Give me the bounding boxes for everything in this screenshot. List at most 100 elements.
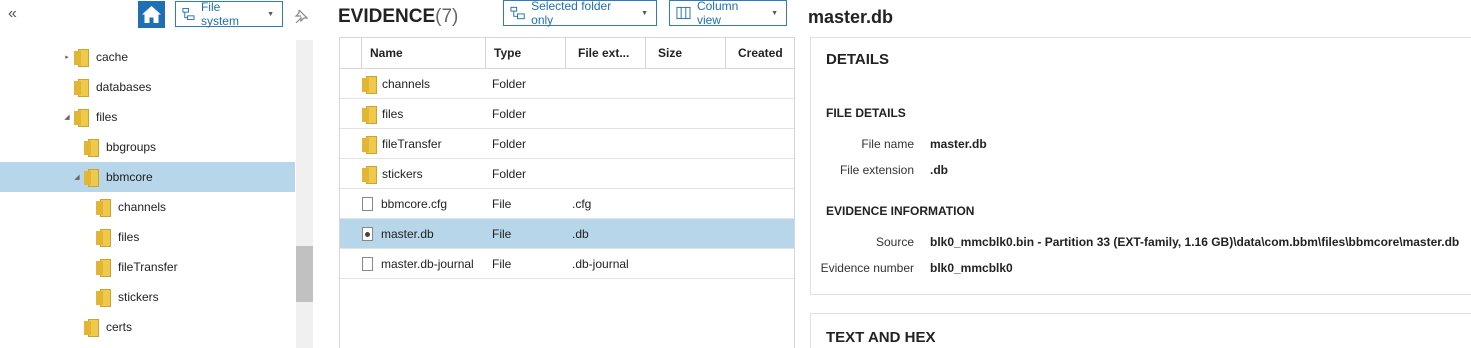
grid-row[interactable]: master.db File .db: [340, 219, 794, 249]
tree-item-certs[interactable]: certs: [0, 312, 295, 342]
expand-toggle-icon[interactable]: ◢: [62, 113, 72, 121]
grid-cell-name-text: stickers: [382, 167, 423, 181]
tree-scrollbar-thumb[interactable]: [296, 246, 313, 302]
tree-item-label: channels: [118, 200, 167, 214]
source-label: Source: [875, 235, 914, 249]
tree-item-stickers[interactable]: stickers: [0, 282, 295, 312]
grid-cell-name-text: bbmcore.cfg: [381, 197, 448, 211]
collapse-panel-button[interactable]: «: [8, 5, 17, 23]
home-button[interactable]: [138, 1, 165, 28]
tree-item-label: files: [96, 110, 118, 124]
column-view-icon: [676, 6, 691, 20]
source-value: blk0_mmcblk0.bin - Partition 33 (EXT-fam…: [930, 235, 1460, 249]
folder-icon: [84, 139, 99, 157]
grid-row[interactable]: fileTransfer Folder: [340, 129, 794, 159]
tree-item-databases[interactable]: databases: [0, 72, 295, 102]
grid-cell-type: File: [492, 257, 512, 271]
file-extension-value: .db: [930, 163, 948, 177]
pin-icon[interactable]: [294, 9, 308, 23]
file-icon: [362, 257, 373, 271]
grid-row[interactable]: channels Folder: [340, 69, 794, 99]
grid-row[interactable]: bbmcore.cfg File .cfg: [340, 189, 794, 219]
evidence-number-label: Evidence number: [820, 261, 914, 275]
tree-item-channels[interactable]: channels: [0, 192, 295, 222]
file-system-dropdown[interactable]: File system ▼: [175, 0, 283, 28]
file-system-panel: « File system ▼ ▸ cache databases ◢ files bbg…: [0, 0, 315, 348]
folder-icon: [96, 229, 111, 247]
column-header-type[interactable]: Type: [486, 38, 566, 69]
grid-cell-type: Folder: [492, 107, 527, 121]
evidence-panel: EVIDENCE(7) Selected folder only ▼ Colum…: [325, 0, 795, 348]
text-and-hex-title[interactable]: TEXT AND HEX: [826, 329, 935, 346]
folder-icon: [96, 259, 111, 277]
column-header-file-extension[interactable]: File ext...: [566, 38, 646, 69]
file-name-label: File name: [861, 137, 914, 151]
details-card: DETAILS FILE DETAILS File name master.db…: [810, 37, 1471, 295]
grid-cell-name-text: master.db: [381, 227, 434, 241]
folder-icon: [84, 319, 99, 337]
file-details-header: FILE DETAILS: [826, 106, 906, 120]
grid-cell-name: master.db: [362, 219, 434, 249]
grid-cell-extension: .cfg: [572, 197, 592, 211]
file-name-value: master.db: [930, 137, 987, 151]
tree-item-label: certs: [106, 320, 133, 334]
tree-item-label: bbmcore: [106, 170, 153, 184]
evidence-count: (7): [435, 6, 459, 27]
chevron-down-icon: ▼: [267, 10, 274, 18]
expand-toggle-icon[interactable]: ▸: [62, 53, 72, 61]
grid-cell-type: File: [492, 227, 512, 241]
folder-icon: [362, 76, 377, 94]
folder-scope-icon: [510, 6, 525, 20]
scope-filter-dropdown[interactable]: Selected folder only ▼: [503, 0, 657, 27]
tree-item-filetransfer[interactable]: fileTransfer: [0, 252, 295, 282]
tree-item-label: fileTransfer: [118, 260, 178, 274]
grid-header: Name Type File ext... Size Created: [340, 38, 794, 69]
column-header-created[interactable]: Created: [726, 38, 794, 69]
view-mode-dropdown[interactable]: Column view ▼: [669, 0, 787, 27]
file-extension-label: File extension: [839, 163, 914, 177]
left-toolbar: « File system ▼: [0, 0, 315, 30]
grid-row[interactable]: stickers Folder: [340, 159, 794, 189]
folder-icon: [362, 166, 377, 184]
tree-item-bbmcore[interactable]: ◢ bbmcore: [0, 162, 295, 192]
grid-cell-extension: .db-journal: [572, 257, 629, 271]
selected-item-title: master.db: [808, 7, 894, 27]
grid-cell-name: stickers: [362, 159, 423, 189]
grid-row[interactable]: files Folder: [340, 99, 794, 129]
tree-item-files[interactable]: files: [0, 222, 295, 252]
folder-icon: [96, 289, 111, 307]
folder-icon: [74, 79, 89, 97]
grid-row[interactable]: master.db-journal File .db-journal: [340, 249, 794, 279]
tree-item-bbgroups[interactable]: bbgroups: [0, 132, 295, 162]
file-icon: [362, 197, 373, 211]
grid-cell-name-text: master.db-journal: [381, 257, 474, 271]
home-icon: [142, 6, 161, 23]
evidence-title-text: EVIDENCE: [338, 6, 436, 27]
expand-toggle-icon[interactable]: ◢: [72, 173, 82, 181]
tree-item-label: stickers: [118, 290, 159, 304]
evidence-information-header: EVIDENCE INFORMATION: [826, 204, 975, 218]
column-header-name[interactable]: Name: [362, 38, 486, 69]
grid-cell-name: channels: [362, 69, 430, 99]
evidence-grid: Name Type File ext... Size Created chann…: [339, 37, 795, 348]
evidence-title: EVIDENCE(7): [338, 6, 458, 28]
grid-header-icon-column: [340, 38, 362, 69]
column-header-size[interactable]: Size: [646, 38, 726, 69]
tree-item-label: databases: [96, 80, 152, 94]
grid-cell-name: fileTransfer: [362, 129, 442, 159]
scope-filter-label: Selected folder only: [531, 0, 612, 27]
grid-cell-type: Folder: [492, 167, 527, 181]
tree-item-label: bbgroups: [106, 140, 157, 154]
tree-item-files[interactable]: ◢ files: [0, 102, 295, 132]
view-mode-label: Column view: [696, 0, 739, 27]
tree-item-cache[interactable]: ▸ cache: [0, 42, 295, 72]
chevron-down-icon: ▼: [771, 9, 778, 17]
grid-cell-extension: .db: [572, 227, 589, 241]
grid-cell-name: files: [362, 99, 403, 129]
grid-cell-type: File: [492, 197, 512, 211]
grid-cell-type: Folder: [492, 77, 527, 91]
tree-item-label: files: [118, 230, 140, 244]
grid-cell-type: Folder: [492, 137, 527, 151]
details-panel: master.db DETAILS FILE DETAILS File name…: [795, 0, 1471, 348]
file-system-dropdown-label: File system: [200, 0, 239, 28]
